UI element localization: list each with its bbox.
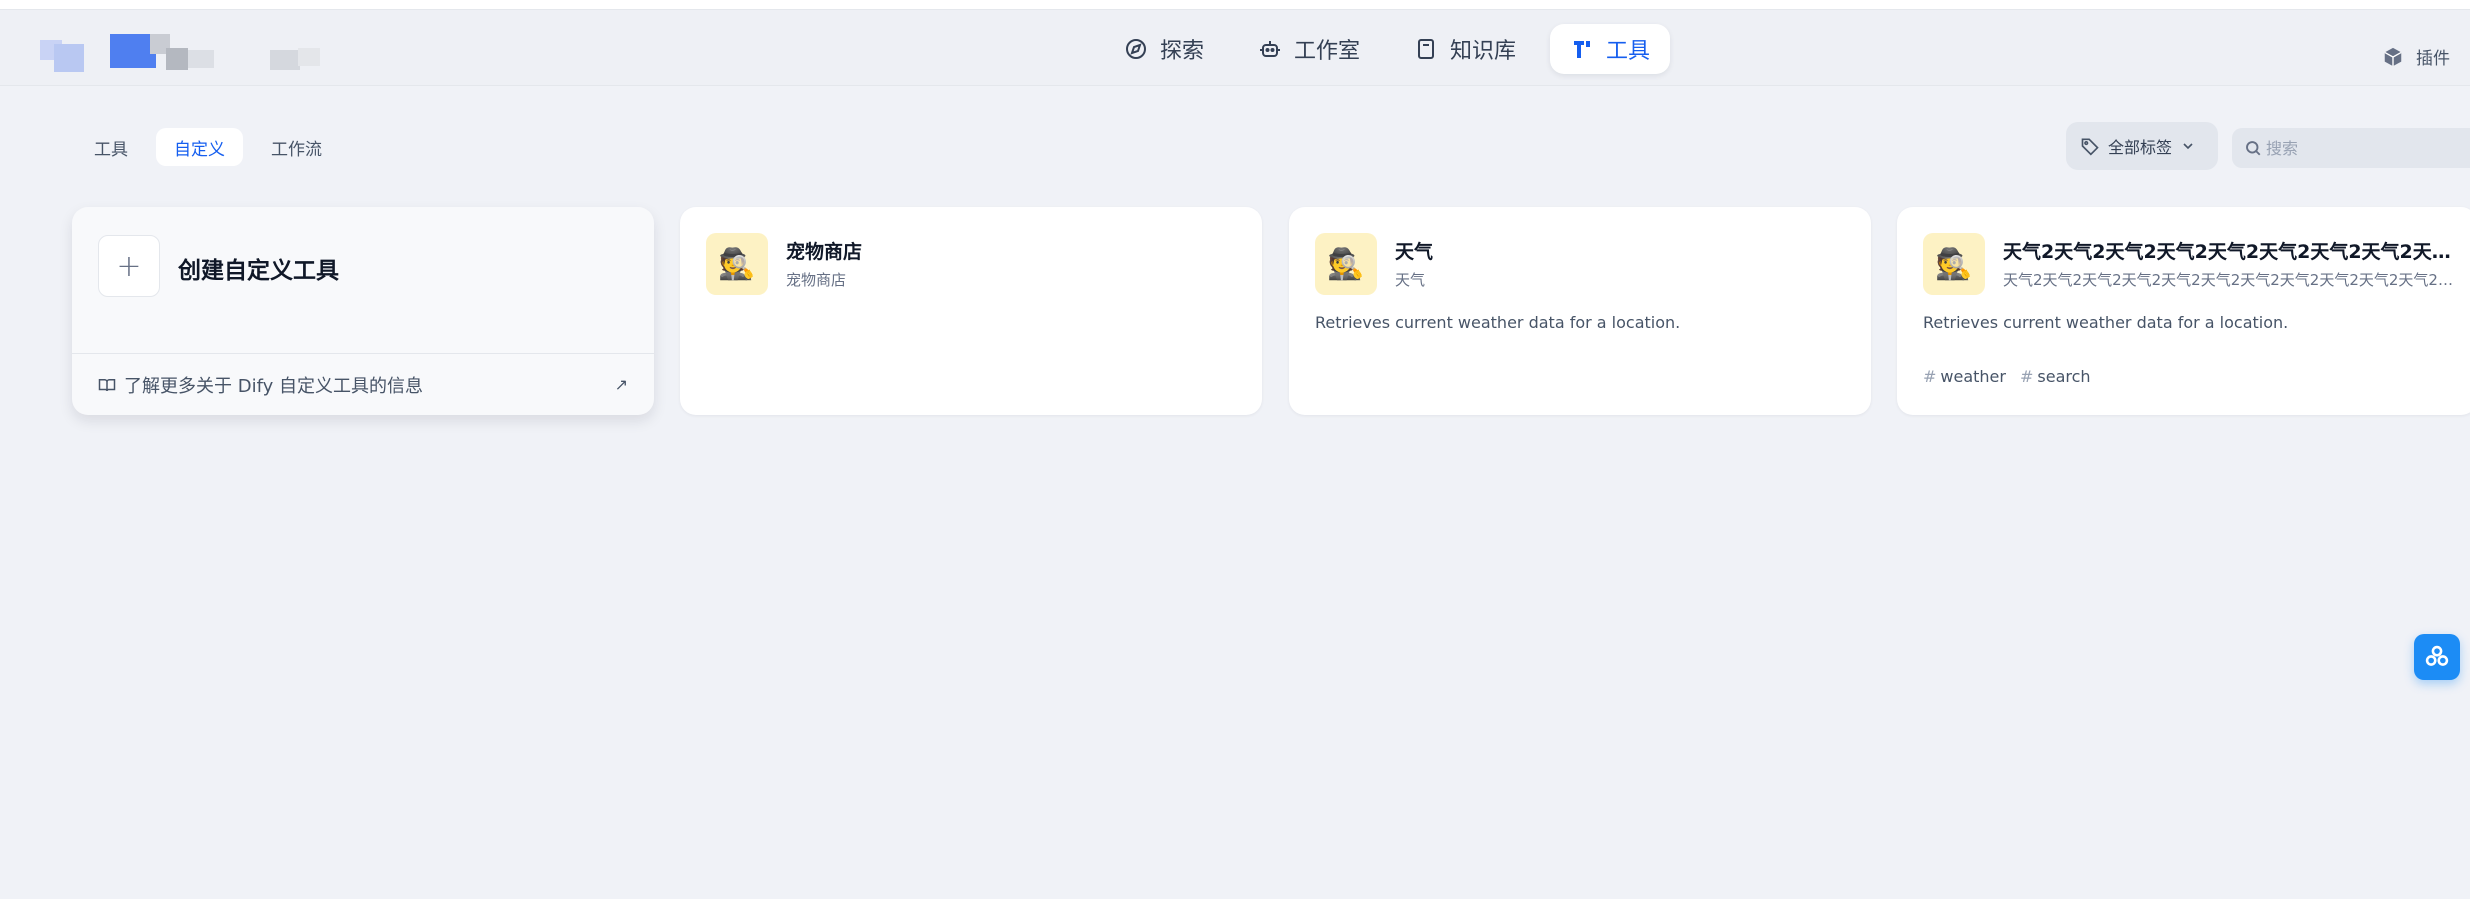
nav-tools-label: 工具 xyxy=(1606,39,1651,64)
tool-name: 天气2天气2天气2天气2天气2天气2天气2天气2天气2天气2天… xyxy=(2003,241,2453,263)
tag-chip: # search xyxy=(2019,367,2091,386)
tool-name: 天气 xyxy=(1395,241,1434,263)
tool-subtitle: 天气2天气2天气2天气2天气2天气2天气2天气2天气2天气2天气2… xyxy=(2003,271,2453,289)
chatbot-bubble-button[interactable] xyxy=(2414,634,2460,680)
create-tool-card[interactable]: + 创建自定义工具 了解更多关于 Dify 自定义工具的信息 ↗ xyxy=(72,207,654,415)
nav-knowledge-label: 知识库 xyxy=(1450,39,1517,64)
tag-filter-label: 全部标签 xyxy=(2108,138,2173,157)
plugins-label: 插件 xyxy=(2416,49,2450,69)
tool-card[interactable]: 🕵️ 天气2天气2天气2天气2天气2天气2天气2天气2天气2天气2天… 天气2天… xyxy=(1897,207,2470,415)
book-icon xyxy=(1418,39,1435,59)
detective-icon: 🕵️ xyxy=(1923,233,1985,295)
tool-card[interactable]: 🕵️ 天气 天气 Retrieves current weather data … xyxy=(1289,207,1871,415)
detective-icon: 🕵️ xyxy=(706,233,768,295)
compass-icon xyxy=(1126,39,1146,59)
plugins-button[interactable]: 插件 xyxy=(2382,44,2450,69)
main-nav: 探索 工作室 知识库 工具 xyxy=(1104,24,1671,74)
arrow-up-right-icon: ↗ xyxy=(614,375,628,394)
nav-explore-label: 探索 xyxy=(1160,39,1205,64)
search-box xyxy=(2232,128,2470,168)
tag-chip: # weather xyxy=(1923,367,2006,386)
plus-icon: + xyxy=(98,235,160,297)
chevron-down-icon xyxy=(2183,143,2193,150)
nav-tools[interactable]: 工具 xyxy=(1550,24,1671,74)
cube-icon xyxy=(2384,47,2402,66)
tool-card[interactable]: 🕵️ 宠物商店 宠物商店 xyxy=(680,207,1262,415)
detective-icon: 🕵️ xyxy=(1315,233,1377,295)
tool-subtitle: 宠物商店 xyxy=(786,271,847,289)
chatbot-icon xyxy=(2425,645,2449,666)
create-tool-title: 创建自定义工具 xyxy=(178,258,339,284)
tool-subtitle: 天气 xyxy=(1395,271,1426,289)
tag-filter-dropdown[interactable]: 全部标签 xyxy=(2066,122,2218,170)
search-input[interactable] xyxy=(2266,138,2466,158)
nav-studio[interactable]: 工作室 xyxy=(1238,24,1380,74)
tag-icon xyxy=(2081,138,2099,156)
tool-type-tabs: 工具 自定义 工作流 xyxy=(76,128,340,166)
tool-name: 宠物商店 xyxy=(786,241,863,263)
tab-custom[interactable]: 自定义 xyxy=(156,128,243,166)
tool-description: Retrieves current weather data for a loc… xyxy=(1315,313,1681,332)
tab-workflow[interactable]: 工作流 xyxy=(253,128,340,166)
search-icon xyxy=(2246,141,2261,156)
window-top-strip xyxy=(0,0,2470,10)
tool-tags: # weather # search xyxy=(1923,367,2091,386)
workspace-logo[interactable] xyxy=(40,30,360,76)
nav-studio-label: 工作室 xyxy=(1294,39,1361,64)
tools-icon xyxy=(1574,41,1591,58)
tool-description: Retrieves current weather data for a loc… xyxy=(1923,313,2289,332)
nav-knowledge[interactable]: 知识库 xyxy=(1394,24,1536,74)
tab-builtin[interactable]: 工具 xyxy=(76,128,146,166)
book-open-icon xyxy=(98,378,116,391)
robot-icon xyxy=(1260,41,1281,57)
nav-explore[interactable]: 探索 xyxy=(1104,24,1224,74)
top-header: 探索 工作室 知识库 工具 插件 xyxy=(0,10,2470,86)
learn-more-link[interactable]: 了解更多关于 Dify 自定义工具的信息 ↗ xyxy=(72,353,654,415)
learn-more-label: 了解更多关于 Dify 自定义工具的信息 xyxy=(124,375,423,397)
